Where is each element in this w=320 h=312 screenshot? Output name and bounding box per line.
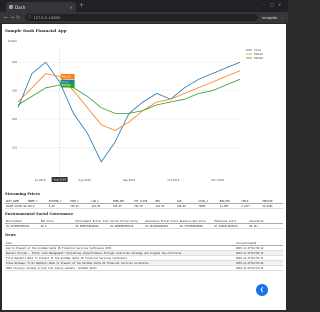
legend-item[interactable]: Close — [254, 48, 261, 52]
browser-tab-bar: Dash × + – □ × — [0, 0, 288, 12]
page-content: Sample Dash Financial App GOLD 210 220 230… — [2, 24, 286, 310]
x-tick-label: Nov 2019 — [212, 178, 225, 182]
news-title: News — [5, 233, 16, 237]
y-tick-label: 220 — [12, 117, 17, 121]
table-cell: 226.60 — [176, 203, 198, 209]
esg-title: Environmental Social Governance — [5, 212, 74, 216]
table-row: GOLDM SACHS GRP 228.6 0.49 230.25 222.05 229.… — [5, 203, 283, 209]
x-tick-label: Sep 2019 — [123, 178, 136, 182]
chart-svg[interactable]: GOLD 210 220 230 240 Jul 2019 Aug 2019 Sep 20… — [4, 36, 282, 188]
table-cell: 226.95 — [133, 203, 155, 209]
maximize-icon[interactable]: □ — [270, 2, 274, 7]
table-cell: 222.56 — [154, 203, 176, 209]
table-cell: 222.05 — [90, 203, 112, 209]
table-cell: 229.45 — [111, 203, 134, 209]
minimize-icon[interactable]: – — [263, 2, 265, 7]
news-table: text versionCreated Ask to Present at the… — [5, 241, 283, 271]
address-bar[interactable]: ⓘ 127.0.0.1:8050 — [25, 14, 259, 21]
table-cell: 87.5460271845474 — [213, 223, 249, 229]
chart-title: GOLD — [8, 39, 17, 43]
table-row: 2020 recovery already priced into equity… — [5, 265, 283, 271]
tab-title: Dash — [15, 4, 26, 10]
streaming-prices-table: DDAY_NAME TDRME_C HSTCHNG_C HIGH_C LOW_C OPEN… — [5, 199, 283, 209]
hover-label: EWL60 — [62, 83, 71, 87]
esg-table: Environment ESG Score Environment Pillar S… — [5, 219, 283, 229]
table-cell: 230.25 — [69, 203, 91, 209]
price-chart[interactable]: GOLD 210 220 230 240 Jul 2019 Aug 2019 Sep 20… — [4, 36, 282, 188]
table-cell: 89.111 — [248, 223, 283, 229]
app-title: Sample Dash Financial App — [5, 28, 67, 33]
table-cell: 2020 recovery already priced into equity… — [5, 265, 235, 271]
table-cell: 66.9421 — [261, 203, 283, 209]
table-cell: 81.6060987605279 — [109, 223, 144, 229]
y-tick-label: 240 — [12, 60, 17, 64]
table-cell: 65.8580704946266 — [74, 223, 110, 229]
incognito-label[interactable]: Incognito — [262, 16, 277, 20]
y-tick-label: 210 — [12, 146, 17, 150]
legend-item[interactable]: EWL20 — [254, 52, 263, 56]
close-tab-icon[interactable]: × — [70, 5, 73, 10]
reload-icon[interactable]: ↻ — [15, 15, 21, 21]
close-window-icon[interactable]: × — [278, 2, 281, 7]
table-cell: 2.2477 — [240, 203, 262, 209]
refresh-button[interactable]: ❮ — [256, 284, 268, 296]
x-tick-label: Jul 2019 — [34, 178, 46, 182]
table-cell: 0.49 — [47, 203, 70, 209]
y-tick-label: 230 — [12, 89, 17, 93]
new-tab-button[interactable]: + — [79, 3, 84, 9]
browser-toolbar: ← → ↻ ⓘ 127.0.0.1:8050 Incognito ⋮ — [0, 12, 288, 23]
x-tick-label: Aug 2019 — [78, 178, 91, 182]
kebab-menu-icon[interactable]: ⋮ — [280, 15, 285, 21]
legend-item[interactable]: EWL60 — [254, 56, 263, 60]
table-cell: 68.5 — [39, 223, 75, 229]
series-line-ewl20 — [17, 70, 241, 131]
hover-label: EWL20 — [62, 74, 71, 78]
series-line-close — [17, 61, 241, 163]
chevron-left-icon: ❮ — [259, 287, 265, 293]
table-cell: 2019-11-27T14:21:52 — [235, 265, 283, 271]
table-row: 45.4776809389704 68.5 65.8580704946266 81.6… — [5, 223, 283, 229]
hover-date: Aug 2019 — [53, 178, 66, 182]
info-icon[interactable]: ⓘ — [28, 15, 32, 20]
url-text: 127.0.0.1:8050 — [33, 15, 61, 20]
table-cell: GOLDM SACHS GRP — [5, 203, 27, 209]
browser-tab[interactable]: Dash × — [6, 2, 76, 12]
table-cell: 79893 — [197, 203, 219, 209]
table-cell: 228.6 — [26, 203, 48, 209]
x-tick-label: Oct 2019 — [167, 178, 179, 182]
streaming-prices-title: Streaming Prices — [5, 192, 40, 196]
table-cell: 11.865 — [218, 203, 241, 209]
table-cell: 69.7797056020092 — [178, 223, 214, 229]
favicon-icon — [9, 5, 13, 9]
table-cell: 45.4776809389704 — [5, 223, 40, 229]
table-cell: 45.7641954004297 — [144, 223, 179, 229]
